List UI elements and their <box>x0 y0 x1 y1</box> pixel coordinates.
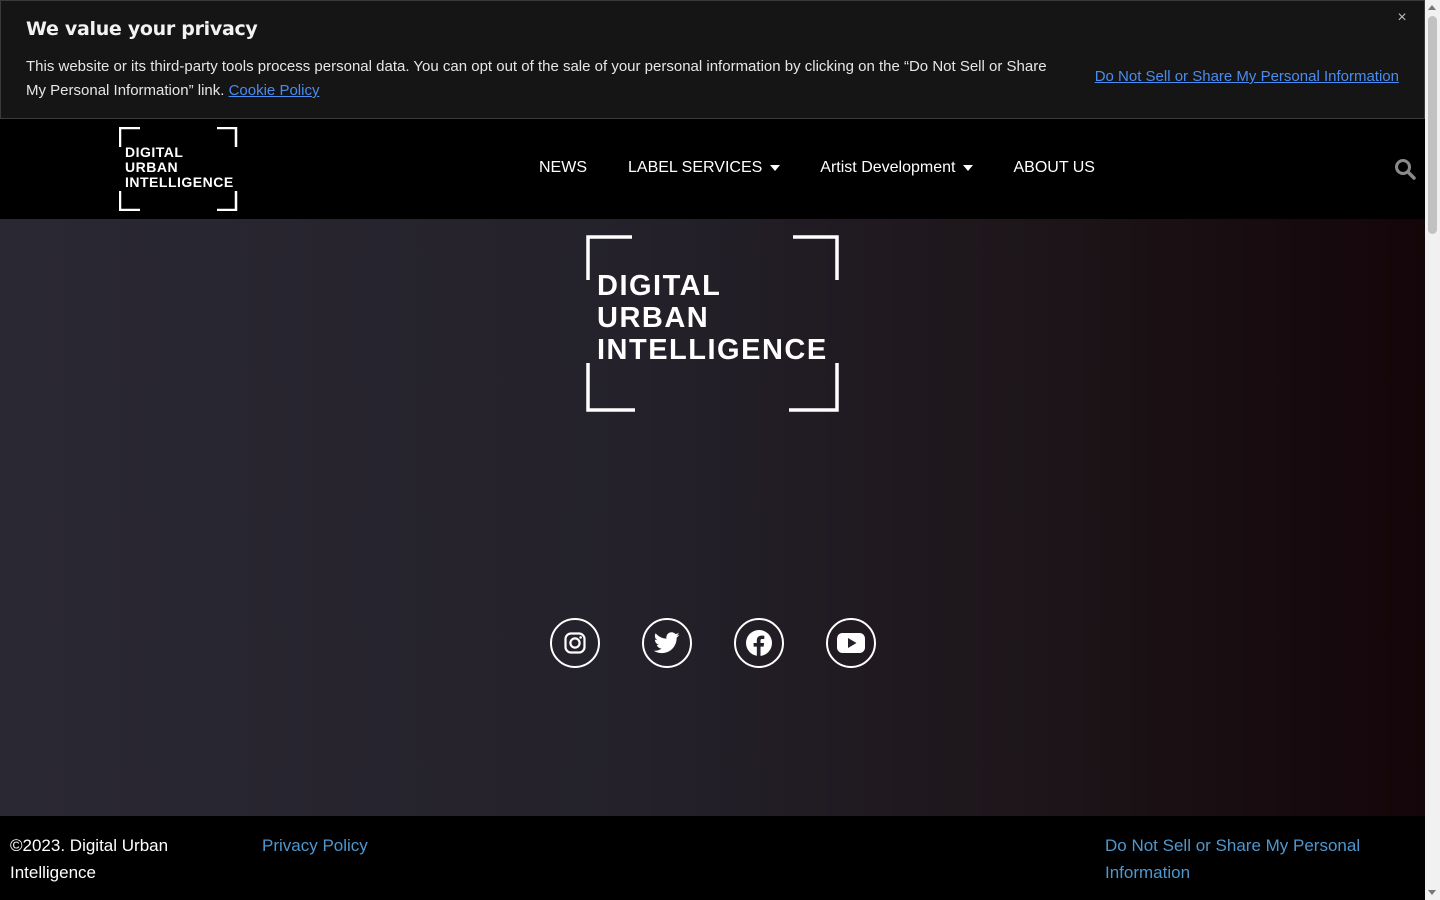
cookie-banner-text: This website or its third-party tools pr… <box>26 55 1066 103</box>
nav-item-label-services[interactable]: LABEL SERVICES <box>628 159 781 177</box>
instagram-icon <box>564 632 586 654</box>
site-logo[interactable]: DIGITAL URBAN INTELLIGENCE <box>119 127 238 211</box>
nav-item-label: ABOUT US <box>1013 159 1095 176</box>
nav-item-artist-development[interactable]: Artist Development <box>820 159 974 177</box>
logo-wordmark: DIGITAL URBAN INTELLIGENCE <box>597 270 828 366</box>
logo-line: URBAN <box>597 302 710 334</box>
caret-down-icon <box>770 165 781 171</box>
nav-item-about-us[interactable]: ABOUT US <box>1013 159 1095 177</box>
nav-item-label: NEWS <box>539 159 587 176</box>
cookie-banner: We value your privacy This website or it… <box>0 0 1425 119</box>
logo-line: URBAN <box>125 159 179 175</box>
scroll-up-arrow-icon[interactable] <box>1428 5 1436 10</box>
scroll-down-arrow-icon[interactable] <box>1428 890 1436 895</box>
youtube-link[interactable] <box>826 618 876 668</box>
cookie-banner-title: We value your privacy <box>26 18 258 40</box>
page-scrollbar[interactable] <box>1425 0 1440 900</box>
search-icon[interactable] <box>1394 158 1416 180</box>
close-icon[interactable]: × <box>1393 9 1411 27</box>
twitter-icon <box>654 632 680 654</box>
logo-line: INTELLIGENCE <box>125 174 234 190</box>
caret-down-icon <box>963 165 974 171</box>
cookie-banner-body: This website or its third-party tools pr… <box>26 58 1047 99</box>
logo-line: INTELLIGENCE <box>597 334 828 366</box>
logo-line: DIGITAL <box>597 270 722 302</box>
youtube-icon <box>837 633 865 653</box>
twitter-link[interactable] <box>642 618 692 668</box>
nav-item-news[interactable]: NEWS <box>539 159 587 177</box>
privacy-policy-link[interactable]: Privacy Policy <box>262 832 368 859</box>
do-not-sell-link[interactable]: Do Not Sell or Share My Personal Informa… <box>1095 68 1399 85</box>
facebook-link[interactable] <box>734 618 784 668</box>
copyright-text: ©2023. Digital Urban Intelligence <box>10 836 169 882</box>
instagram-link[interactable] <box>550 618 600 668</box>
hero-logo: DIGITAL URBAN INTELLIGENCE <box>586 235 839 412</box>
logo-line: DIGITAL <box>125 144 184 160</box>
site-header: DIGITAL URBAN INTELLIGENCE NEWS LABEL SE… <box>0 119 1425 219</box>
nav-item-label: Artist Development <box>820 159 956 176</box>
cookie-policy-link[interactable]: Cookie Policy <box>229 82 320 99</box>
nav-item-label: LABEL SERVICES <box>628 159 763 176</box>
facebook-icon <box>746 630 772 656</box>
site-footer: ©2023. Digital Urban Intelligence Privac… <box>0 816 1425 900</box>
do-not-sell-footer-link[interactable]: Do Not Sell or Share My Personal Informa… <box>1105 832 1365 886</box>
logo-wordmark: DIGITAL URBAN INTELLIGENCE <box>125 145 234 190</box>
scrollbar-thumb[interactable] <box>1428 16 1437 234</box>
main-nav: NEWS LABEL SERVICES Artist Development A… <box>539 159 1095 177</box>
hero-section: DIGITAL URBAN INTELLIGENCE <box>0 219 1425 816</box>
social-links <box>550 618 876 668</box>
